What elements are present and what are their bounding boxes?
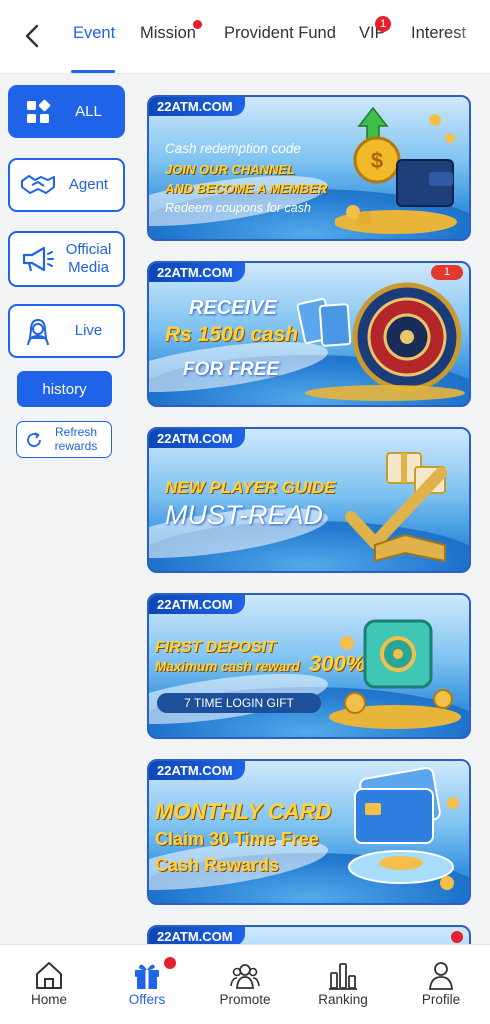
history-button[interactable]: history bbox=[17, 371, 112, 407]
svg-text:$: $ bbox=[371, 148, 383, 173]
banner-line: MUST-READ bbox=[165, 500, 324, 530]
nav-offers[interactable]: Offers bbox=[98, 945, 196, 1024]
sidebar-item-live[interactable]: Live bbox=[8, 304, 125, 358]
grid-icon bbox=[18, 94, 58, 130]
promo-banner-cash-redemption[interactable]: 22ATM.COM Cash redemption code JOIN OUR … bbox=[147, 95, 471, 241]
nav-ranking[interactable]: Ranking bbox=[294, 945, 392, 1024]
sidebar-item-official-media[interactable]: Official Media bbox=[8, 231, 125, 287]
banner-line: MONTHLY CARD bbox=[155, 799, 332, 824]
top-tab-bar: Event Mission Provident Fund VIP 1 Inter… bbox=[0, 0, 490, 74]
sidebar-item-label: ALL bbox=[75, 102, 102, 120]
back-arrow-icon[interactable] bbox=[20, 22, 46, 50]
tab-strip: Event Mission Provident Fund VIP 1 Inter… bbox=[60, 0, 490, 74]
banner-line: FIRST DEPOSIT bbox=[155, 639, 276, 656]
promo-banner-first-deposit[interactable]: 22ATM.COM FIRST DEPOSIT Maximum cash rew… bbox=[147, 593, 471, 739]
banner-line: Rs 1500 cash bbox=[165, 323, 299, 346]
people-icon bbox=[230, 964, 260, 989]
nav-label: Offers bbox=[128, 992, 166, 1007]
nav-offers-dot bbox=[164, 957, 176, 969]
banner-brand: 22ATM.COM bbox=[149, 263, 245, 282]
gift-book-illustration bbox=[345, 452, 447, 563]
banner-brand: 22ATM.COM bbox=[149, 97, 245, 116]
refresh-rewards-button[interactable]: Refresh rewards bbox=[16, 421, 112, 458]
sidebar-item-label: Live bbox=[74, 322, 103, 339]
woman-avatar-icon bbox=[18, 313, 58, 349]
tab-mission-dot bbox=[193, 20, 202, 29]
promo-banner-monthly-card[interactable]: 22ATM.COM MONTHLY CARD Claim 30 Time Fre… bbox=[147, 759, 471, 905]
nav-label: Ranking bbox=[318, 992, 368, 1007]
banner-line: RECEIVE bbox=[189, 297, 277, 319]
coins-wallet-illustration: $ bbox=[335, 106, 457, 234]
tab-mission[interactable]: Mission bbox=[140, 24, 196, 43]
banner-brand: 22ATM.COM bbox=[149, 761, 245, 780]
refresh-rewards-label: Refresh rewards bbox=[54, 425, 98, 453]
promo-banner-new-player-guide[interactable]: 22ATM.COM NEW PLAYER GUIDE MUST-READ bbox=[147, 427, 471, 573]
banner-brand: 22ATM.COM bbox=[149, 429, 245, 448]
nav-label: Profile bbox=[421, 992, 461, 1007]
person-icon bbox=[429, 962, 453, 990]
banner-line: Maximum cash reward bbox=[155, 659, 300, 674]
promo-banner-receive-cash[interactable]: 22ATM.COM 1 RECEIVE Rs 1500 cash FOR FRE… bbox=[147, 261, 471, 407]
refresh-icon bbox=[27, 431, 41, 447]
banner-line: FOR FREE bbox=[183, 359, 280, 380]
bottom-navigation: Home Offers Promote Ranking Profile bbox=[0, 944, 490, 1024]
banner-line: Claim 30 Time Free bbox=[155, 829, 319, 849]
tab-fade bbox=[454, 0, 490, 73]
gift-icon bbox=[135, 964, 159, 989]
roulette-cards-illustration bbox=[296, 282, 465, 401]
banner-line: JOIN OUR CHANNEL bbox=[165, 162, 296, 177]
sidebar-item-label: Agent bbox=[68, 176, 109, 193]
nav-home[interactable]: Home bbox=[0, 945, 98, 1024]
banner-pill: 7 TIME LOGIN GIFT bbox=[157, 693, 321, 713]
handshake-icon bbox=[18, 167, 58, 203]
banner-line: Cash Rewards bbox=[155, 855, 280, 875]
banner-line: AND BECOME A MEMBER bbox=[165, 181, 328, 196]
nav-profile[interactable]: Profile bbox=[392, 945, 490, 1024]
nav-promote[interactable]: Promote bbox=[196, 945, 294, 1024]
nav-label: Promote bbox=[219, 992, 271, 1007]
tab-vip-badge: 1 bbox=[375, 16, 391, 32]
home-icon bbox=[36, 962, 62, 989]
banner-line: Redeem coupons for cash bbox=[165, 201, 311, 215]
banner-dot bbox=[451, 931, 463, 943]
credit-card-illustration bbox=[348, 767, 459, 890]
banner-line: Cash redemption code bbox=[165, 141, 301, 156]
megaphone-icon bbox=[18, 241, 58, 277]
tab-provident-fund[interactable]: Provident Fund bbox=[224, 24, 336, 43]
bar-chart-icon bbox=[329, 963, 357, 990]
safe-coins-illustration bbox=[329, 619, 461, 729]
sidebar-item-label: Official Media bbox=[65, 241, 112, 276]
tab-event[interactable]: Event bbox=[73, 24, 115, 43]
sidebar-item-agent[interactable]: Agent bbox=[8, 158, 125, 212]
active-tab-indicator bbox=[71, 70, 115, 73]
sidebar-item-all[interactable]: ALL bbox=[8, 85, 125, 138]
banner-brand: 22ATM.COM bbox=[149, 595, 245, 614]
nav-label: Home bbox=[30, 992, 67, 1007]
banner-line: NEW PLAYER GUIDE bbox=[165, 478, 336, 497]
